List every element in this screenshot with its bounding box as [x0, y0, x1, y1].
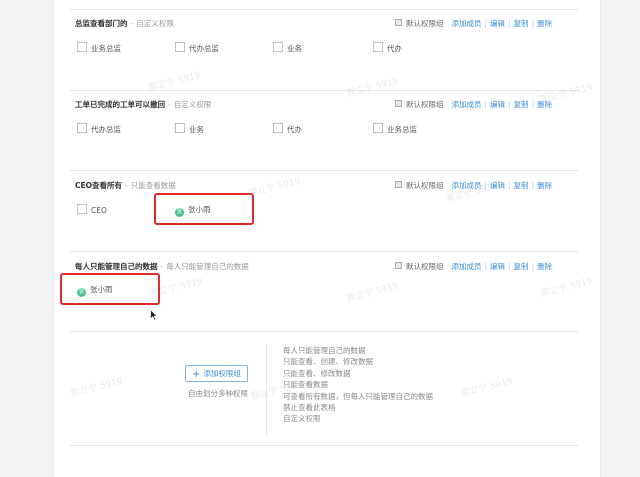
member-dept: 业务 [175, 123, 204, 135]
member-dept: CEO [77, 204, 107, 215]
add-group-hint: 自由划分多种权限 [188, 389, 248, 398]
member-dept: 代办 [373, 42, 402, 54]
group-actions: 默认权限组 添加成员 | 编辑 | 复制 | 删除 [395, 99, 552, 110]
highlight-box [60, 273, 160, 305]
group-actions: 默认权限组 添加成员 | 编辑 | 复制 | 删除 [395, 180, 552, 191]
delete-link[interactable]: 删除 [537, 262, 552, 271]
highlight-box [154, 193, 254, 225]
preset-item: 只能查看、创建、修改数据 [283, 357, 373, 367]
divider [70, 445, 578, 446]
default-group-checkbox[interactable] [395, 19, 402, 26]
preset-item: 只能查看、修改数据 [283, 368, 351, 378]
default-group-checkbox[interactable] [395, 262, 402, 269]
add-member-link[interactable]: 添加成员 [452, 181, 482, 190]
dept-icon [273, 42, 283, 52]
preset-item: 可查看所有数据，但每人只能管理自己的数据 [283, 391, 433, 401]
group-description: 每人只能管理自己的数据 [166, 262, 249, 271]
preset-item: 只能查看数据 [283, 380, 328, 390]
edit-link[interactable]: 编辑 [490, 181, 505, 190]
group-description: 自定义权限 [173, 100, 212, 109]
group-actions: 默认权限组 添加成员 | 编辑 | 复制 | 删除 [395, 261, 552, 272]
edit-link[interactable]: 编辑 [490, 19, 505, 28]
group-title: 每人只能管理自己的数据 - 每人只能管理自己的数据 [75, 262, 249, 271]
add-permission-group-button[interactable]: + 添加权限组 [185, 365, 248, 382]
default-group-label: 默认权限组 [406, 181, 444, 190]
divider-vertical [266, 344, 267, 436]
default-group-label: 默认权限组 [406, 262, 444, 271]
preset-permission-list: 每人只能管理自己的数据 只能查看、创建、修改数据 只能查看、修改数据 只能查看数… [283, 345, 433, 425]
member-dept: 代办 [273, 123, 302, 135]
group-title: 工单已完成的工单可以撤回 - 自定义权限 [75, 100, 212, 109]
divider [70, 90, 578, 91]
group-actions: 默认权限组 添加成员 | 编辑 | 复制 | 删除 [395, 18, 552, 29]
default-group-label: 默认权限组 [406, 100, 444, 109]
group-description: 只能查看数据 [130, 181, 176, 190]
group-name: 工单已完成的工单可以撤回 [75, 100, 165, 109]
group-title: 总监查看部门的 - 自定义权限 [75, 19, 174, 28]
edit-link[interactable]: 编辑 [490, 100, 505, 109]
group-name: 总监查看部门的 [75, 19, 128, 28]
member-dept: 代办总监 [77, 123, 121, 135]
preset-item: 每人只能管理自己的数据 [283, 346, 366, 355]
copy-link[interactable]: 复制 [514, 100, 529, 109]
add-member-link[interactable]: 添加成员 [452, 19, 482, 28]
edit-link[interactable]: 编辑 [490, 262, 505, 271]
dept-icon [373, 42, 383, 52]
delete-link[interactable]: 删除 [537, 19, 552, 28]
delete-link[interactable]: 删除 [537, 181, 552, 190]
dept-icon [175, 42, 185, 52]
group-name: CEO查看所有 [75, 181, 123, 190]
copy-link[interactable]: 复制 [514, 262, 529, 271]
default-group-label: 默认权限组 [406, 19, 444, 28]
divider [70, 170, 578, 171]
dept-icon [373, 123, 383, 133]
member-dept: 业务总监 [373, 123, 417, 135]
preset-item: 禁止查看此表格 [283, 403, 336, 413]
divider [70, 9, 578, 10]
dept-icon [77, 204, 87, 214]
mouse-pointer-icon [150, 309, 158, 321]
divider [70, 331, 578, 332]
default-group-checkbox[interactable] [395, 100, 402, 107]
divider [70, 251, 578, 252]
plus-icon: + [192, 369, 201, 380]
dept-icon [175, 123, 185, 133]
dept-icon [77, 123, 87, 133]
add-member-link[interactable]: 添加成员 [452, 262, 482, 271]
delete-link[interactable]: 删除 [537, 100, 552, 109]
member-dept: 代办总监 [175, 42, 219, 54]
preset-item: 自定义权限 [283, 414, 321, 424]
group-title: CEO查看所有 - 只能查看数据 [75, 181, 176, 190]
member-dept: 业务 [273, 42, 302, 54]
copy-link[interactable]: 复制 [514, 19, 529, 28]
add-member-link[interactable]: 添加成员 [452, 100, 482, 109]
dept-icon [77, 42, 87, 52]
group-description: 自定义权限 [136, 19, 174, 28]
copy-link[interactable]: 复制 [514, 181, 529, 190]
group-name: 每人只能管理自己的数据 [75, 262, 158, 271]
member-dept: 业务总监 [77, 42, 121, 54]
dept-icon [273, 123, 283, 133]
default-group-checkbox[interactable] [395, 181, 402, 188]
